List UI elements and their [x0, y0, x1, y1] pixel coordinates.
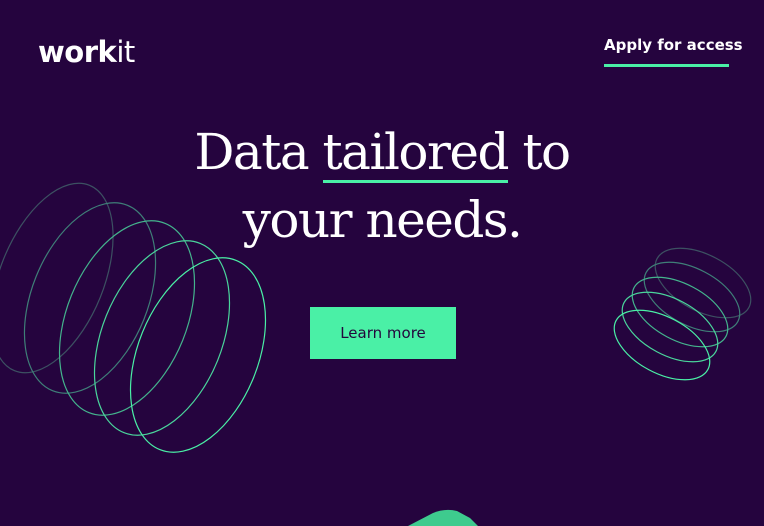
- logo-bold-text: work: [38, 35, 117, 69]
- headline-underlined-word: tailored: [322, 123, 510, 183]
- workit-logo[interactable]: workit: [38, 34, 135, 70]
- learn-more-button[interactable]: Learn more: [310, 307, 456, 359]
- bottom-shape-graphic: [408, 509, 478, 526]
- headline-line-1: Data tailored to: [0, 118, 764, 186]
- background-decoration: [0, 182, 752, 526]
- right-rings-graphic: [613, 247, 752, 381]
- headline-text-data: Data: [194, 123, 323, 181]
- headline-line-2: your needs.: [242, 191, 523, 249]
- hero-headline: Data tailored to your needs.: [0, 118, 764, 254]
- headline-text-to: to: [508, 123, 571, 181]
- logo-light-text: it: [116, 35, 135, 69]
- apply-for-access-link[interactable]: Apply for access: [604, 36, 743, 67]
